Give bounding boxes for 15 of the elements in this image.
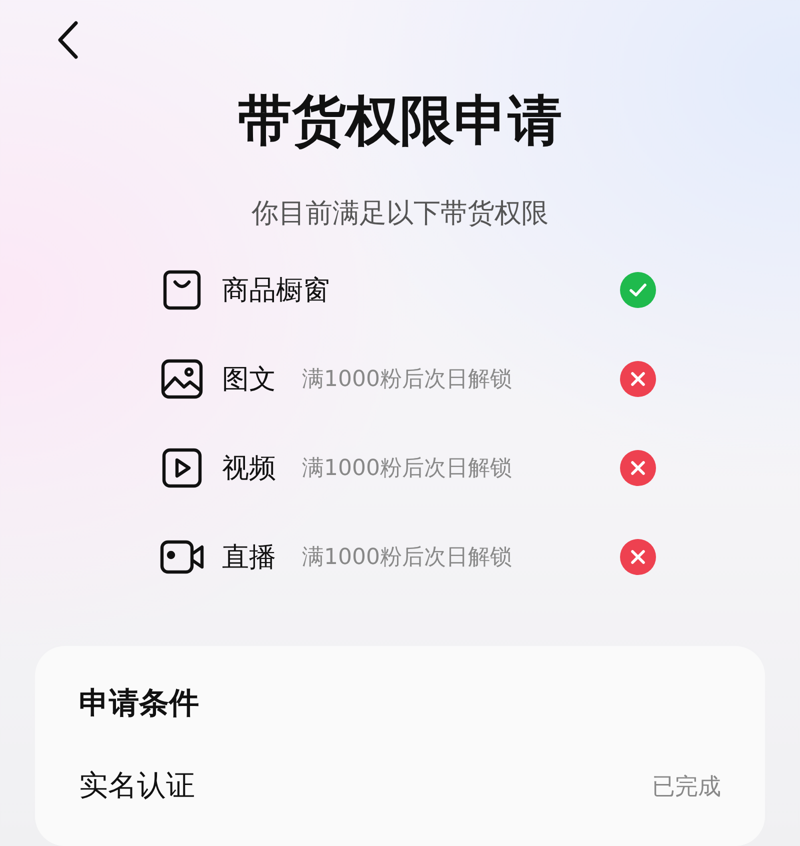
back-icon[interactable]	[56, 20, 80, 60]
unlock-note: 满1000粉后次日解锁	[302, 544, 512, 572]
play-icon	[160, 446, 204, 490]
unlock-note: 满1000粉后次日解锁	[302, 366, 512, 394]
unlock-note: 满1000粉后次日解锁	[302, 455, 512, 483]
permission-label: 直播	[222, 541, 276, 575]
page-title: 带货权限申请	[237, 88, 563, 154]
card-title: 申请条件	[79, 685, 200, 723]
subtitle: 你目前满足以下带货权限	[250, 197, 550, 231]
permission-label: 视频	[222, 452, 276, 486]
condition-label: 实名认证	[79, 767, 195, 804]
permission-label: 商品橱窗	[222, 274, 330, 308]
image-icon	[160, 357, 204, 401]
condition-status: 已完成	[652, 772, 721, 802]
permission-label: 图文	[222, 363, 276, 397]
